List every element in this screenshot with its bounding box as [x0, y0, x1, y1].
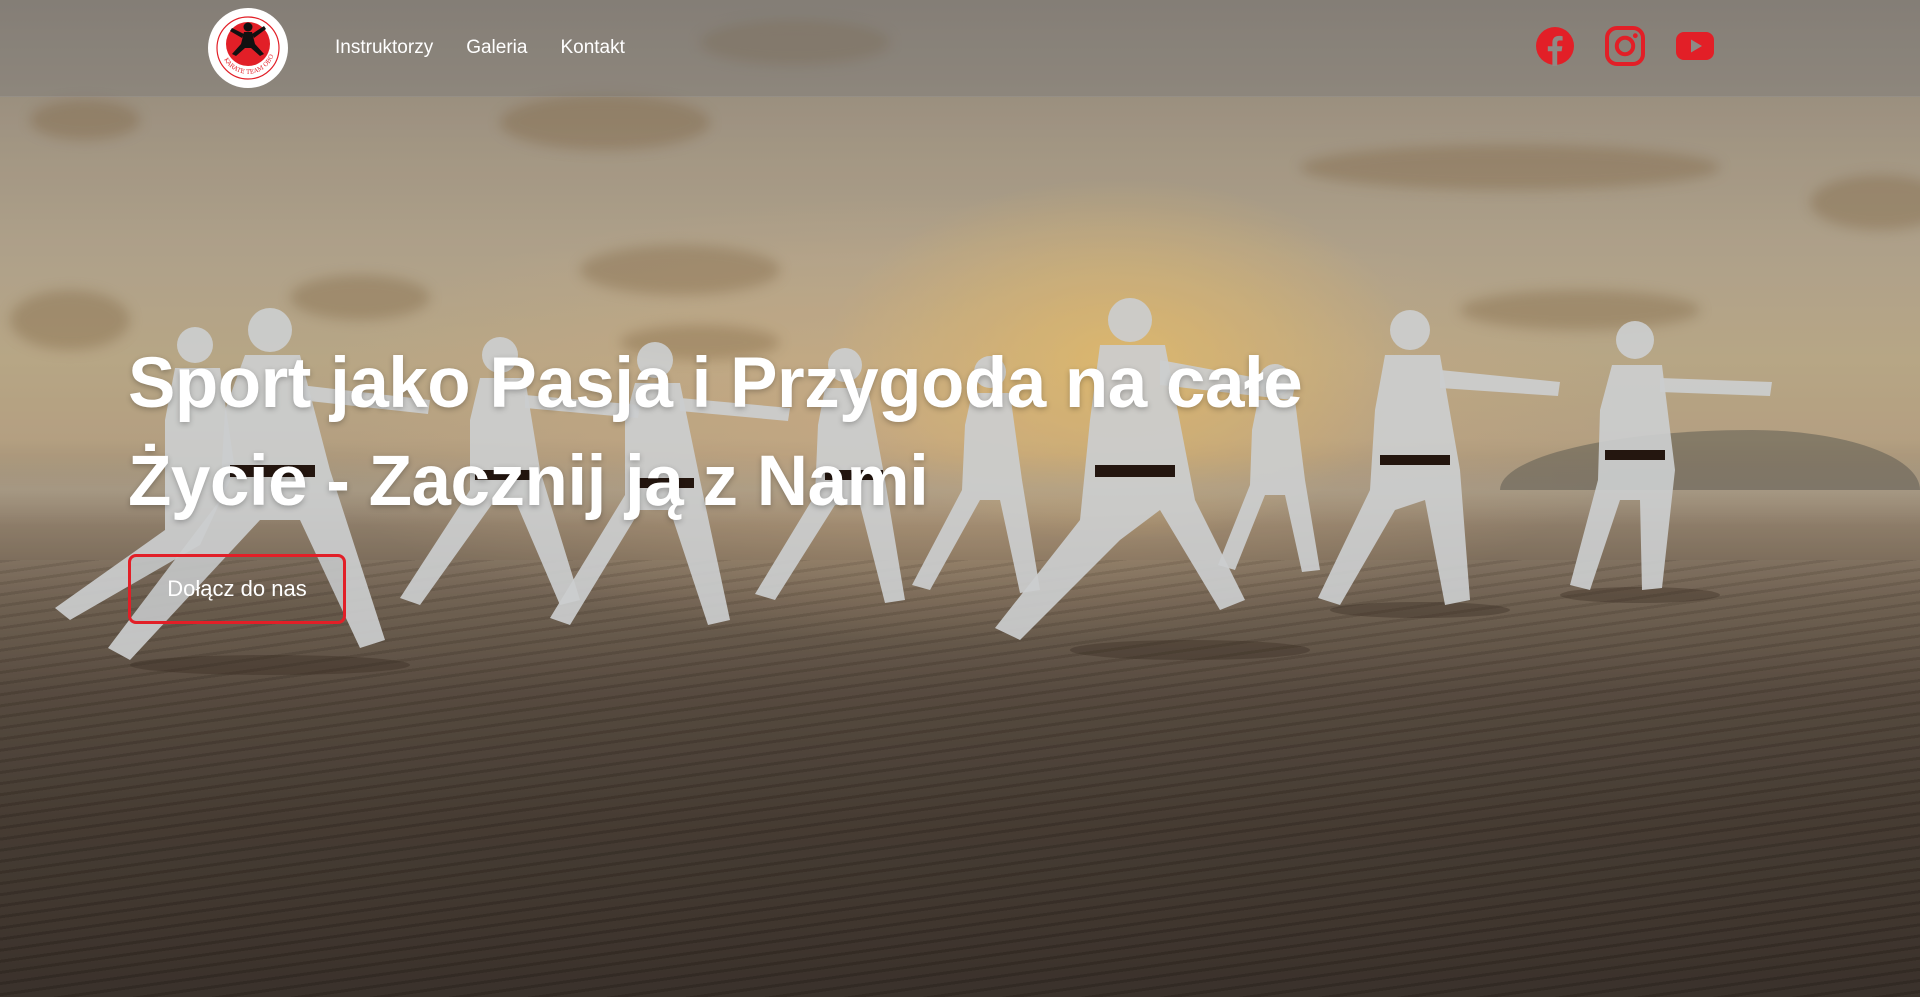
- top-navbar: KARATE TEAM OBORNIKI Instruktorzy Galeri…: [0, 0, 1920, 97]
- instagram-icon: [1605, 26, 1645, 66]
- youtube-icon: [1676, 32, 1714, 60]
- facebook-icon: [1536, 27, 1574, 66]
- social-links: [1535, 26, 1715, 66]
- nav-link-galeria[interactable]: Galeria: [466, 37, 527, 59]
- hero-headline-line-1: Sport jako Pasja i Przygoda na całe: [128, 344, 1303, 423]
- hero-headline-line-2: Życie - Zacznij ją z Nami: [128, 442, 929, 521]
- hero-section: KARATE TEAM OBORNIKI Instruktorzy Galeri…: [0, 0, 1920, 997]
- club-logo[interactable]: KARATE TEAM OBORNIKI: [208, 8, 288, 88]
- nav-links: Instruktorzy Galeria Kontakt: [335, 0, 625, 96]
- facebook-link[interactable]: [1535, 26, 1575, 66]
- join-us-button[interactable]: Dołącz do nas: [128, 554, 346, 624]
- hero-headline: Sport jako Pasja i Przygoda na całe Życi…: [128, 335, 1428, 531]
- nav-link-kontakt[interactable]: Kontakt: [560, 37, 624, 59]
- karate-team-logo-icon: KARATE TEAM OBORNIKI: [208, 8, 286, 86]
- nav-link-instruktorzy[interactable]: Instruktorzy: [335, 37, 433, 59]
- instagram-link[interactable]: [1605, 26, 1645, 66]
- youtube-link[interactable]: [1675, 26, 1715, 66]
